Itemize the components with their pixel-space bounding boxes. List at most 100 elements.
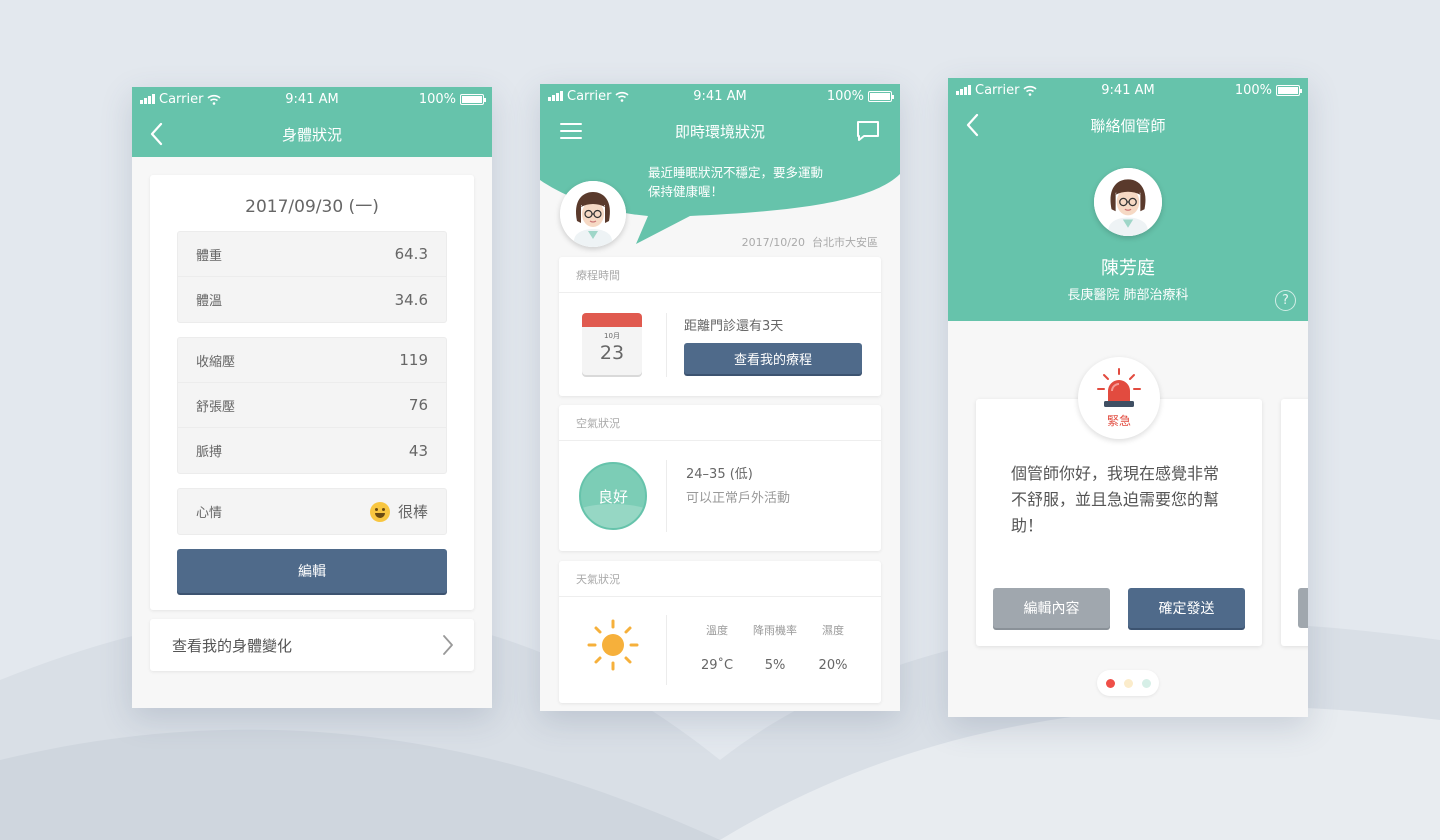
emergency-message: 個管師你好，我現在感覺非常不舒服，並且急迫需要您的幫助！ [1011,464,1220,535]
signal-icon [548,91,563,101]
case-manager-avatar [1094,168,1162,236]
page-title: 聯絡個管師 [1090,116,1166,135]
date-location: 2017/10/20 台北市大安區 [742,234,878,250]
page-dot[interactable] [1141,678,1151,688]
location: 台北市大安區 [812,236,878,249]
card-title: 空氣狀況 [559,405,881,441]
siren-icon [1097,368,1141,407]
back-arrow-icon[interactable] [966,113,980,137]
column-value: 20% [818,658,848,673]
metric-label: 脈搏 [196,445,223,460]
tip-line: 保持健康喔！ [648,184,724,199]
emergency-label: 緊急 [1106,414,1131,428]
signal-icon [956,85,971,95]
wifi-icon [615,91,630,102]
sun-icon [587,619,639,671]
wifi-icon [207,94,222,105]
mood-group: 心情 很棒 [177,488,447,535]
column-value: 5% [764,658,786,673]
carrier-label: Carrier [159,91,204,107]
body-status-screen: Carrier 9:41 AM 100% 身體狀況 2017/09/30 (一)… [132,87,492,708]
confirm-send-button[interactable]: 確定發送 [1128,588,1245,628]
metric-row: 體溫 34.6 [178,277,446,322]
battery-icon [1276,84,1302,96]
weather-humidity: 濕度 20% [813,622,853,673]
metric-label: 體溫 [196,294,223,309]
metric-value: 76 [408,396,428,414]
blood-pressure-group: 收縮壓 119 舒張壓 76 脈搏 43 [177,337,447,474]
header: Carrier 9:41 AM 100% 聯絡個管師 陳芳庭 長庚醫院 肺部治療… [948,78,1308,321]
menu-icon[interactable] [560,122,582,140]
help-icon[interactable]: ? [1275,290,1296,311]
daily-record-card: 2017/09/30 (一) 體重 64.3 體溫 34.6 收縮壓 119 舒張壓 7… [150,175,474,610]
nurse-portrait-icon [560,181,626,247]
battery-percent: 100% [418,91,456,107]
page-dot[interactable] [1105,678,1115,688]
weather-temperature: 溫度 29˚C [697,622,737,673]
air-quality-badge: 良好 [579,462,647,530]
weather-rain-chance: 降雨機率 5% [747,622,803,673]
metric-value: 34.6 [394,290,428,309]
air-quality-card: 空氣狀況 良好 24–35 (低) 可以正常戶外活動 [559,405,881,551]
edit-content-button[interactable]: 編輯內容 [993,588,1110,628]
view-body-changes-link[interactable]: 查看我的身體變化 [150,619,474,671]
health-tip: 最近睡眠狀況不穩定，要多運動 保持健康喔！ [648,163,868,201]
status-bar: Carrier 9:41 AM 100% [132,87,492,111]
report-date: 2017/10/20 [741,236,805,249]
laughing-emoji-icon [369,501,390,522]
nurse-avatar [560,181,626,247]
signal-icon [140,94,155,104]
page-indicator [1097,670,1159,696]
status-bar: Carrier 9:41 AM 100% [540,84,900,108]
header: Carrier 9:41 AM 100% 身體狀況 [132,87,492,157]
metric-label: 舒張壓 [196,399,236,415]
page-title: 即時環境狀況 [674,122,765,141]
mood-value: 很棒 [397,503,428,521]
environment-screen: Carrier 9:41 AM 100% 即時環境狀況 最近睡眠狀況不穩定，要多… [540,84,900,711]
card-title: 療程時間 [559,257,881,293]
calendar-icon: 10月 23 [582,313,642,375]
metric-row: 體重 64.3 [178,232,446,277]
card-title: 天氣狀況 [559,561,881,597]
case-manager-department: 長庚醫院 肺部治療科 [1067,288,1189,303]
chevron-right-icon [443,635,453,655]
tip-line: 最近睡眠狀況不穩定，要多運動 [648,165,824,180]
metric-value: 64.3 [394,245,428,263]
column-header: 溫度 [706,624,728,637]
treatment-card: 療程時間 10月 23 距離門診還有3天 查看我的療程 [559,257,881,396]
metric-value: 119 [399,351,428,369]
body-metrics-group: 體重 64.3 體溫 34.6 [177,231,447,323]
metric-label: 體重 [196,248,223,264]
battery-percent: 100% [826,88,864,104]
calendar-month: 10月 [604,332,620,340]
contact-case-manager-screen: Carrier 9:41 AM 100% 聯絡個管師 陳芳庭 長庚醫院 肺部治療… [948,78,1308,717]
weather-card: 天氣狀況 溫度 29˚C 降雨機率 5% 濕度 20% [559,561,881,703]
page-dot[interactable] [1123,678,1133,688]
calendar-day: 23 [599,342,625,364]
metric-label: 收縮壓 [196,354,236,370]
case-manager-name: 陳芳庭 [1101,258,1155,279]
chat-icon[interactable] [856,120,880,142]
carrier-label: Carrier [567,88,612,104]
mood-row: 心情 很棒 [178,489,446,534]
appointment-countdown: 距離門診還有3天 [684,319,784,334]
aqi-advice: 可以正常戶外活動 [686,491,791,506]
next-message-card[interactable] [1281,399,1308,646]
link-label: 查看我的身體變化 [172,636,293,655]
column-header: 降雨機率 [753,624,797,637]
edit-button[interactable]: 編輯 [177,549,447,593]
metric-value: 43 [408,441,428,460]
page-title: 身體狀況 [281,125,342,144]
view-treatment-button[interactable]: 查看我的療程 [684,343,862,374]
status-bar: Carrier 9:41 AM 100% [948,78,1308,102]
emergency-badge: 緊急 [1078,357,1160,439]
mood-label: 心情 [196,506,223,521]
carrier-label: Carrier [975,82,1020,98]
aqi-range: 24–35 (低) [686,467,753,482]
battery-icon [868,90,894,102]
metric-row: 舒張壓 76 [178,383,446,428]
record-date: 2017/09/30 (一) [245,197,379,217]
battery-icon [460,93,486,105]
metric-row: 脈搏 43 [178,428,446,473]
back-arrow-icon[interactable] [150,122,164,146]
